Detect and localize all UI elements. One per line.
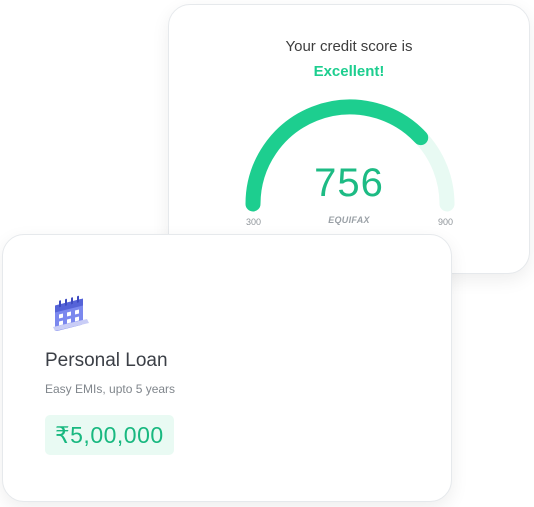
equifax-logo: EQUIFAX	[328, 215, 370, 225]
gauge-scale-max: 900	[438, 217, 454, 227]
loan-title: Personal Loan	[45, 350, 168, 371]
calendar-icon	[53, 295, 89, 331]
credit-score-value: 756	[314, 161, 384, 205]
loan-subtitle: Easy EMIs, upto 5 years	[45, 382, 176, 396]
loan-amount-badge: ₹5,00,000	[45, 415, 174, 455]
personal-loan-card[interactable]: Personal Loan Easy EMIs, upto 5 years ₹5…	[2, 234, 452, 502]
gauge-scale-min: 300	[246, 217, 262, 227]
